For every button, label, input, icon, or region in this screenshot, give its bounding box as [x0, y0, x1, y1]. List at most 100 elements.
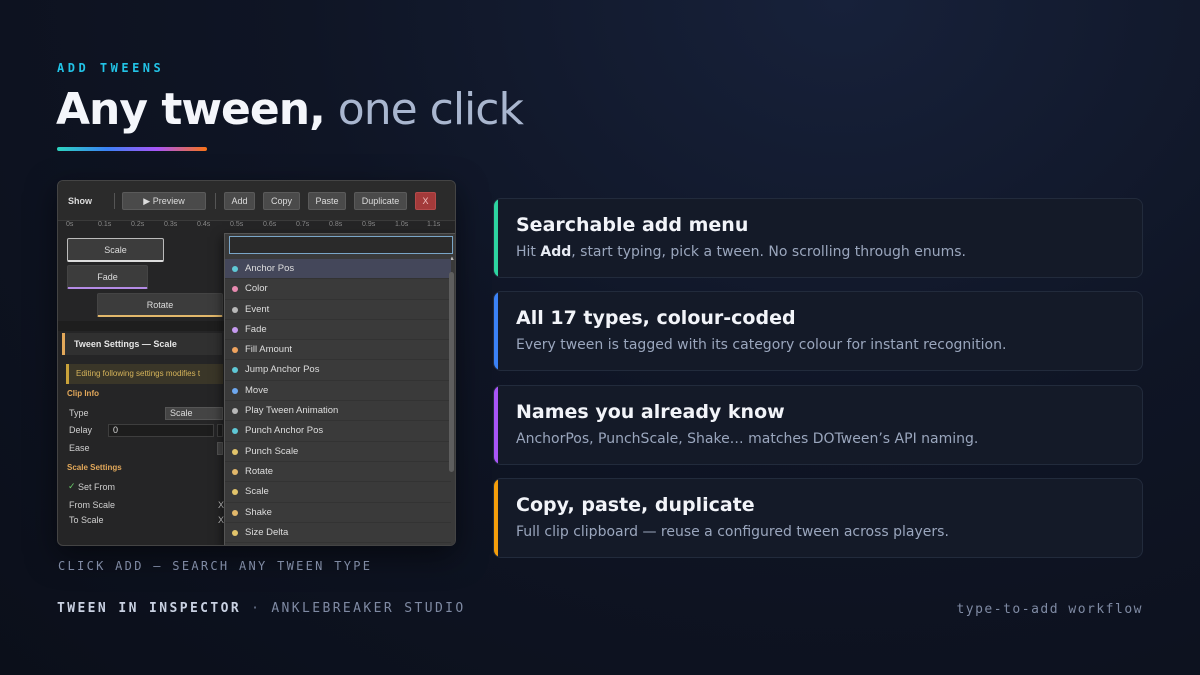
- menu-item-label: Rotate: [245, 465, 273, 477]
- footer-studio: ANKLEBREAKER STUDIO: [271, 601, 466, 616]
- headline-light: one click: [337, 84, 524, 135]
- card-accent: [494, 199, 498, 277]
- menu-item-label: Fill Amount: [245, 344, 292, 356]
- menu-item-shake[interactable]: Shake: [225, 503, 451, 523]
- menu-item-label: Move: [245, 384, 269, 396]
- ease-dropdown[interactable]: [217, 442, 223, 455]
- card-accent: [494, 479, 498, 557]
- category-dot-icon: [232, 448, 238, 455]
- footer-credit: TWEEN IN INSPECTOR · ANKLEBREAKER STUDIO: [57, 601, 466, 616]
- ruler-tick: 0.7s: [296, 221, 310, 228]
- type-label: Type: [69, 408, 89, 418]
- paste-button[interactable]: Paste: [308, 192, 346, 210]
- ruler-tick: 0.5s: [230, 221, 244, 228]
- category-dot-icon: [232, 306, 238, 313]
- menu-item-punch-anchor-pos[interactable]: Punch Anchor Pos: [225, 421, 451, 442]
- card-title: All 17 types, colour-coded: [516, 307, 796, 329]
- category-dot-icon: [232, 489, 238, 496]
- from-scale-label: From Scale: [69, 500, 116, 510]
- toolbar-divider: [215, 193, 216, 209]
- menu-item-jump-anchor-pos[interactable]: Jump Anchor Pos: [225, 360, 451, 381]
- title-underline: [57, 147, 207, 151]
- category-dot-icon: [232, 509, 238, 516]
- timeline-ruler: 0s 0.1s 0.2s 0.3s 0.4s: [58, 221, 223, 233]
- ruler-tick: 0.1s: [98, 221, 112, 228]
- page-title: Any tween, one click: [56, 84, 524, 135]
- menu-item-label: Anchor Pos: [245, 263, 295, 274]
- tween-search-input[interactable]: [229, 236, 453, 254]
- menu-item-move[interactable]: Move: [225, 381, 451, 402]
- toolbar-divider: [114, 193, 115, 209]
- category-dot-icon: [232, 387, 238, 394]
- menu-item-label: Fade: [245, 323, 267, 335]
- ruler-tick: 0.2s: [131, 221, 145, 228]
- card-description: Every tween is tagged with its category …: [516, 337, 1007, 353]
- copy-button[interactable]: Copy: [263, 192, 300, 210]
- scrollbar-thumb[interactable]: [449, 272, 454, 472]
- card-description: Full clip clipboard — reuse a configured…: [516, 524, 949, 540]
- menu-item-fill-amount[interactable]: Fill Amount: [225, 340, 451, 361]
- ruler-tick: 0.4s: [197, 221, 211, 228]
- set-from-check-icon[interactable]: ✓: [68, 481, 76, 492]
- menu-item-label: Scale: [245, 486, 269, 498]
- delay-label: Delay: [69, 425, 93, 435]
- delay-field-end: [217, 424, 223, 437]
- category-dot-icon: [232, 428, 238, 435]
- menu-item-event[interactable]: Event: [225, 300, 451, 320]
- editor-window: Show ▶ Preview Add Copy Paste Duplicate …: [57, 180, 456, 546]
- preview-button[interactable]: ▶ Preview: [122, 192, 206, 210]
- feature-card-clipboard: Copy, paste, duplicate Full clip clipboa…: [493, 478, 1143, 558]
- category-dot-icon: [232, 266, 238, 272]
- to-scale-label: To Scale: [69, 515, 104, 525]
- clip-rotate[interactable]: Rotate: [97, 293, 223, 317]
- menu-item-label: Play Tween Animation: [245, 405, 339, 417]
- menu-scrollbar[interactable]: [449, 262, 454, 538]
- menu-item-anchor-pos[interactable]: Anchor Pos: [225, 259, 451, 280]
- delay-field[interactable]: 0: [108, 424, 214, 437]
- menu-item-fade[interactable]: Fade: [225, 320, 451, 341]
- close-button[interactable]: X: [415, 192, 436, 210]
- clip-fade[interactable]: Fade: [67, 265, 148, 289]
- menu-item-label: Color: [245, 283, 268, 295]
- menu-item-label: Event: [245, 303, 270, 315]
- feature-card-types: All 17 types, colour-coded Every tween i…: [493, 291, 1143, 371]
- menu-item-label: Punch Scale: [245, 445, 299, 457]
- menu-item-punch-scale[interactable]: Punch Scale: [225, 442, 451, 462]
- card-title: Names you already know: [516, 401, 785, 423]
- warning-banner: Editing following settings modifies t: [66, 364, 223, 384]
- ruler-tick: 0.9s: [362, 221, 376, 228]
- menu-item-scale[interactable]: Scale: [225, 482, 451, 503]
- feature-card-search: Searchable add menu Hit Add, start typin…: [493, 198, 1143, 278]
- type-dropdown[interactable]: Scale: [165, 407, 223, 420]
- card-title: Searchable add menu: [516, 214, 749, 236]
- scale-settings-section: Scale Settings: [67, 463, 122, 472]
- duplicate-button[interactable]: Duplicate: [354, 192, 407, 210]
- menu-item-color[interactable]: Color: [225, 279, 451, 300]
- tween-settings-header[interactable]: Tween Settings — Scale: [62, 333, 222, 355]
- menu-item-label: Size Delta: [245, 526, 289, 538]
- menu-item-size-delta[interactable]: Size Delta: [225, 523, 451, 544]
- category-dot-icon: [232, 529, 238, 536]
- ruler-tick: 0.6s: [263, 221, 277, 228]
- add-button[interactable]: Add: [224, 192, 255, 210]
- card-accent: [494, 386, 498, 464]
- eyebrow-label: ADD TWEENS: [57, 61, 165, 75]
- footer-brand: TWEEN IN INSPECTOR: [57, 601, 242, 616]
- footer-separator: ·: [251, 601, 262, 616]
- tween-type-list: Anchor Pos Color Event Fade Fill Amount …: [225, 259, 451, 544]
- card-description: AnchorPos, PunchScale, Shake… matches DO…: [516, 431, 979, 447]
- menu-item-rotate[interactable]: Rotate: [225, 462, 451, 483]
- clip-scale[interactable]: Scale: [67, 238, 164, 262]
- card-title: Copy, paste, duplicate: [516, 494, 755, 516]
- menu-item-label: Punch Anchor Pos: [245, 425, 324, 437]
- menu-item-play-tween-animation[interactable]: Play Tween Animation: [225, 401, 451, 422]
- ease-label: Ease: [69, 443, 90, 453]
- category-dot-icon: [232, 326, 238, 333]
- ruler-tick: 0.8s: [329, 221, 343, 228]
- add-tween-menu: ▲ Anchor Pos Color Event Fade Fill Amoun…: [224, 233, 455, 545]
- menu-item-label: Shake: [245, 506, 272, 518]
- set-from-label: Set From: [78, 482, 116, 492]
- ruler-tick: 1.1s: [427, 221, 441, 228]
- feature-card-names: Names you already know AnchorPos, PunchS…: [493, 385, 1143, 465]
- footer-tagline: type-to-add workflow: [956, 602, 1143, 617]
